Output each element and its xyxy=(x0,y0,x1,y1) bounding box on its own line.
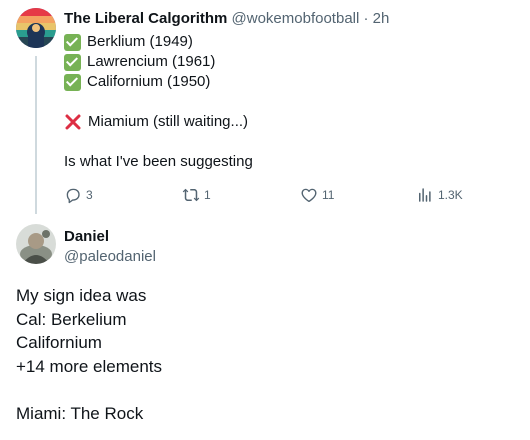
tweet-text: Is what I've been suggesting xyxy=(64,153,253,170)
reply-button[interactable]: 3 xyxy=(64,184,93,206)
tweet-actions: 3 1 11 1.3K xyxy=(64,184,464,206)
retweet-count: 1 xyxy=(204,188,211,202)
user-handle[interactable]: @wokemobfootball xyxy=(232,10,360,27)
tweet-header: The Liberal Calgorithm @wokemobfootball … xyxy=(64,10,389,27)
user-handle[interactable]: @paleodaniel xyxy=(64,248,156,265)
tweet-text-line: Cal: Berkelium xyxy=(16,309,127,329)
timestamp[interactable]: 2h xyxy=(373,10,390,27)
list-item-text: Californium (1950) xyxy=(87,73,211,90)
separator-dot: · xyxy=(363,10,369,27)
list-item-text: Miamium (still waiting...) xyxy=(88,113,249,130)
display-name[interactable]: Daniel xyxy=(64,228,109,245)
tweet-text-line: Californium xyxy=(16,333,102,352)
thread-connector-line xyxy=(35,56,37,214)
tweet-text-line: +14 more elements xyxy=(16,356,162,376)
avatar[interactable] xyxy=(16,224,56,264)
cross-mark-icon xyxy=(65,114,81,130)
retweet-button[interactable]: 1 xyxy=(182,184,211,206)
like-count: 11 xyxy=(322,188,335,202)
list-item: Berklium (1949) xyxy=(64,32,253,52)
tweet-body: My sign idea was Cal: Berkelium Californ… xyxy=(16,284,162,425)
list-item-text: Lawrencium (1961) xyxy=(87,53,216,70)
views-button[interactable]: 1.3K xyxy=(416,184,463,206)
heart-icon xyxy=(301,188,317,203)
list-item: Miamium (still waiting...) xyxy=(64,112,253,132)
like-button[interactable]: 11 xyxy=(300,184,334,206)
check-mark-icon xyxy=(64,33,81,51)
display-name[interactable]: The Liberal Calgorithm xyxy=(64,10,227,27)
check-mark-icon xyxy=(64,73,81,91)
tweet-text-line: Miami: The Rock xyxy=(16,403,144,423)
list-item-text: Berklium (1949) xyxy=(87,33,193,50)
check-mark-icon xyxy=(64,53,81,71)
avatar-image xyxy=(16,8,56,48)
avatar-image xyxy=(16,224,56,264)
tweet-text-line: My sign idea was xyxy=(16,286,147,305)
list-item: Californium (1950) xyxy=(64,72,253,92)
list-item: Lawrencium (1961) xyxy=(64,52,253,72)
tweet-text-line xyxy=(16,378,162,402)
avatar[interactable] xyxy=(16,8,56,48)
analytics-icon xyxy=(419,188,431,202)
retweet-icon xyxy=(182,188,200,202)
reply-count: 3 xyxy=(86,188,93,202)
reply-icon xyxy=(66,188,80,204)
view-count: 1.3K xyxy=(438,188,463,202)
tweet-body: Berklium (1949) Lawrencium (1961) Califo… xyxy=(64,32,253,172)
